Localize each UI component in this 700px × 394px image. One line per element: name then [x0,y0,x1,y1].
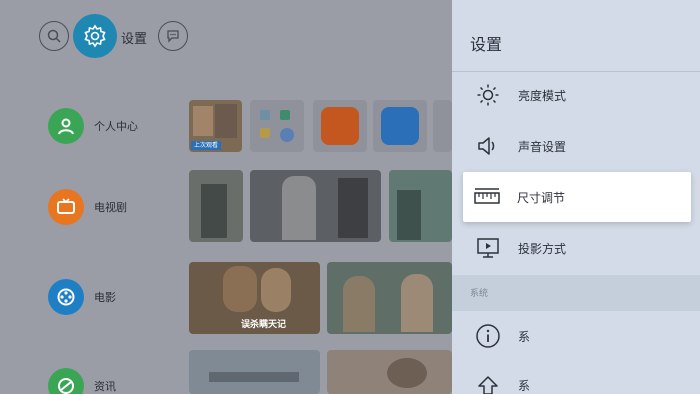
top-bar: 设置 [0,0,452,72]
film-reel-icon [48,279,84,315]
panel-title: 设置 [470,35,503,54]
settings-button[interactable] [73,14,117,58]
recent-watch-tile[interactable]: 上次观看 [189,100,242,152]
sidenav-label: 电视剧 [94,201,127,214]
menu-item-label: 系 [518,378,531,393]
movie-title-caption: 误杀瞒天记 [241,320,287,330]
menu-item-system-info[interactable]: 系 [464,313,690,359]
menu-item-projection[interactable]: 投影方式 [464,225,690,271]
sidenav-item-movie[interactable]: 电影 [48,275,188,319]
app-tile-partial[interactable] [433,100,452,152]
sidenav-label: 电影 [94,291,116,304]
movie-poster-tile[interactable] [327,262,452,334]
menu-item-label: 投影方式 [518,241,567,256]
sidenav-label: 资讯 [94,380,116,393]
news-tile[interactable] [327,350,452,394]
settings-label: 设置 [121,32,148,47]
sidenav-item-profile[interactable]: 个人中心 [48,104,188,148]
app-folder-tile[interactable] [250,100,304,152]
tv-featured-tile[interactable] [250,170,381,242]
news-tile[interactable] [189,350,320,394]
speaker-icon [474,132,502,160]
info-icon [474,322,502,350]
news-icon [48,368,84,394]
sidenav-item-tv[interactable]: 电视剧 [48,185,188,229]
ruler-icon [473,183,501,211]
sidenav-label: 个人中心 [94,120,138,133]
search-button[interactable] [39,21,69,51]
tv-poster-tile[interactable] [189,170,243,242]
launcher-background: 设置 个人中心 电视剧 电影 资讯 上次观看 误杀瞒天记 [0,0,452,394]
menu-item-size-adjust[interactable]: 尺寸调节 [463,172,691,222]
mango-tv-app-tile[interactable] [313,100,367,152]
menu-item-system-upgrade[interactable]: 系 [464,362,690,394]
dangbei-app-tile[interactable] [373,100,427,152]
upgrade-icon [474,371,502,394]
user-icon [48,108,84,144]
section-header-system: 系统 [452,275,700,311]
menu-item-label: 系 [518,329,531,344]
recent-watch-caption: 上次观看 [191,141,222,150]
brightness-icon [474,81,502,109]
menu-item-label: 尺寸调节 [517,190,566,205]
menu-item-label: 亮度模式 [518,88,567,103]
menu-item-brightness[interactable]: 亮度模式 [464,72,690,118]
movie-featured-tile[interactable]: 误杀瞒天记 [189,262,320,334]
menu-item-label: 声音设置 [518,139,567,154]
tv-poster-tile[interactable] [389,170,452,242]
projector-icon [474,234,502,262]
settings-panel-header: 设置 [452,0,700,72]
message-icon [167,30,179,43]
message-button[interactable] [158,21,188,51]
tv-icon [48,189,84,225]
sidenav-item-news[interactable]: 资讯 [48,364,188,394]
gear-icon [84,24,106,48]
menu-item-sound[interactable]: 声音设置 [464,123,690,169]
section-label: 系统 [470,289,489,299]
search-icon [47,29,61,43]
settings-panel: 设置 亮度模式 声音设置 尺寸调节 投影方式 系统 系 系 [452,0,700,394]
